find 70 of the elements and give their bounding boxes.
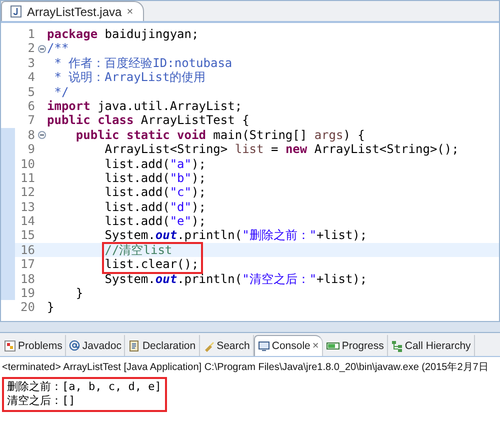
- view-tab[interactable]: Console ×: [254, 335, 323, 356]
- code-text: list.add("e");: [104, 214, 206, 228]
- line-number: 1: [26, 27, 36, 42]
- code-text: }: [74, 286, 84, 300]
- line-number: 15: [20, 228, 36, 243]
- document-icon: [128, 340, 140, 352]
- code-text: */: [53, 84, 69, 99]
- tab-label: Search: [216, 340, 250, 352]
- tab-label: Problems: [18, 340, 62, 352]
- line-number: 8: [26, 128, 36, 142]
- view-tab[interactable]: Javadoc: [66, 335, 126, 356]
- progress-icon: [326, 340, 340, 352]
- line-number: 3: [26, 56, 36, 70]
- console-output: 清空之后：[]: [2, 394, 168, 412]
- tab-title: ArrayListTest.java: [27, 4, 122, 18]
- java-file-icon: [10, 5, 22, 18]
- tab-label: Progress: [342, 340, 384, 352]
- code-text: public class ArrayListTest {: [47, 113, 250, 128]
- monitor-icon: [258, 340, 270, 352]
- code-text: * 说明：ArrayList的使用: [53, 70, 206, 85]
- code-text: System.out.println("清空之后："+list);: [104, 272, 368, 286]
- code-text: }: [47, 300, 54, 315]
- code-text: list.add("b");: [104, 170, 206, 186]
- line-number: 20: [20, 300, 36, 315]
- code-text: * 作者：百度经验ID:notubasa: [53, 56, 232, 70]
- code-text: list.clear();: [104, 257, 199, 272]
- tab-label: Javadoc: [82, 340, 122, 352]
- code-text: System.out.println("删除之前："+list);: [104, 228, 368, 243]
- tab-label: Call Hierarchy: [404, 340, 471, 352]
- line-number: 14: [20, 214, 36, 228]
- editor-tab[interactable]: ArrayListTest.java ×: [1, 1, 144, 21]
- console-output: 删除之前：[a, b, c, d, e]: [2, 377, 168, 394]
- code-text: public static void main(String[] args) {: [74, 128, 365, 142]
- code-text: list.add("a");: [104, 156, 206, 171]
- problems-icon: [4, 340, 16, 352]
- code-text: package baidujingyan;: [47, 27, 199, 42]
- code-text: list.add("c");: [104, 185, 206, 200]
- line-number: 16: [20, 242, 36, 258]
- code-text: ArrayList<String> list = new ArrayList<String>();: [104, 142, 459, 157]
- line-number: 18: [20, 272, 36, 286]
- line-number: 2: [26, 41, 36, 56]
- line-number: 9: [26, 142, 36, 157]
- line-number: 7: [26, 113, 36, 128]
- line-number: 11: [20, 170, 36, 186]
- line-number: 10: [20, 156, 36, 171]
- line-number: 17: [20, 257, 36, 272]
- line-number: 13: [20, 200, 36, 214]
- view-tab[interactable]: Declaration: [125, 335, 200, 356]
- hierarchy-icon: [390, 340, 403, 352]
- line-number: 4: [26, 70, 36, 85]
- tab-label: Console: [272, 340, 310, 352]
- code-text: list.add("d");: [104, 200, 206, 214]
- line-number: 6: [26, 98, 36, 114]
- tab-label: Declaration: [142, 340, 196, 352]
- code-text: import java.util.ArrayList;: [47, 98, 242, 114]
- close-icon[interactable]: ×: [312, 340, 319, 352]
- view-tab[interactable]: Problems: [1, 335, 66, 356]
- collapse-icon[interactable]: [38, 130, 46, 139]
- view-tab[interactable]: Call Hierarchy: [388, 335, 475, 356]
- line-number: 19: [20, 286, 36, 300]
- code-text: //清空list: [47, 242, 172, 258]
- at-sign-icon: [69, 340, 80, 351]
- close-icon[interactable]: ×: [126, 6, 134, 18]
- collapse-icon[interactable]: [38, 44, 46, 53]
- view-tab[interactable]: Progress: [322, 335, 388, 356]
- flashlight-icon: [202, 340, 215, 352]
- line-number: 12: [20, 185, 36, 200]
- line-number: 5: [26, 84, 36, 99]
- code-text: /**: [47, 41, 69, 56]
- console-status: <terminated> ArrayListTest [Java Application] C:\Program Files\Java\jre1.8.0_20\bin\javaw.exe (2015年2月7日: [1, 361, 490, 375]
